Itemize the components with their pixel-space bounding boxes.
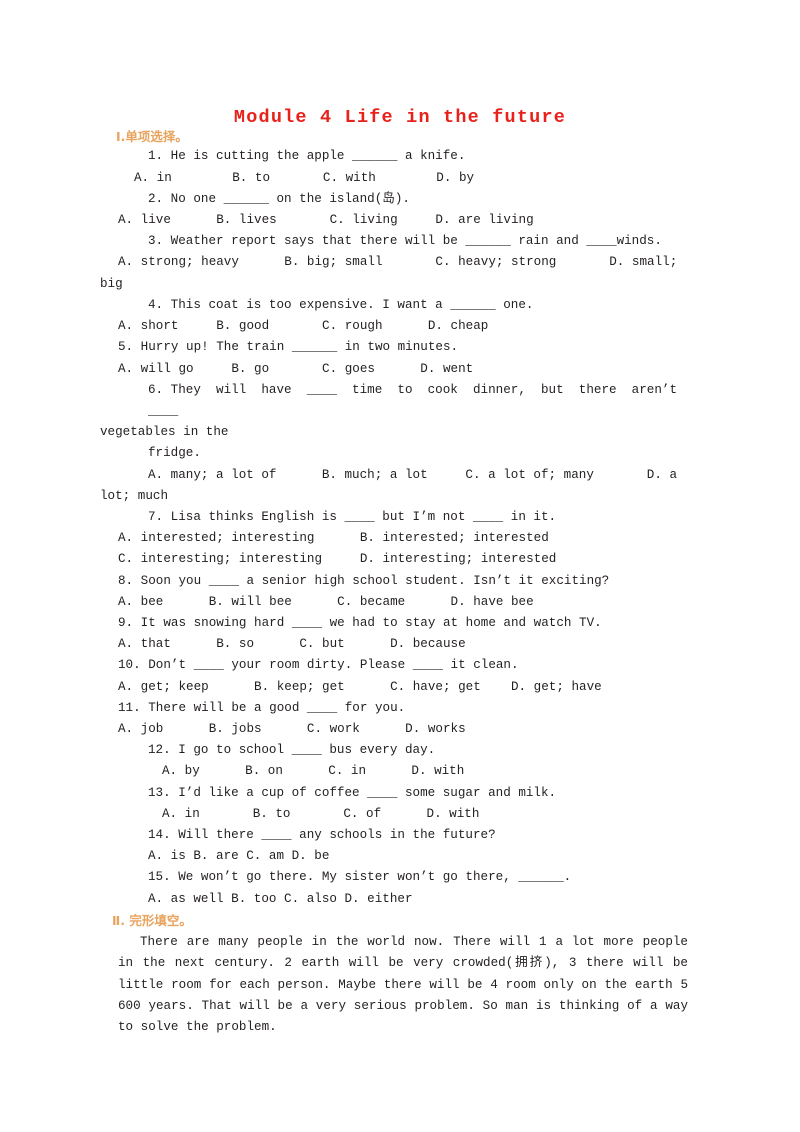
question-options-5: A. will go B. go C. goes D. went (118, 361, 474, 376)
question-options-1: A. in B. to C. with D. by (134, 170, 475, 185)
question-stem-4: 4. This coat is too expensive. I want a … (148, 297, 534, 312)
question-stem-14: 14. Will there ____ any schools in the f… (148, 827, 496, 842)
cloze-passage-text: There are many people in the world now. … (118, 934, 688, 1035)
question-stem-12: 12. I go to school ____ bus every day. (148, 743, 436, 758)
question-options-14: A. is B. are C. am D. be (148, 849, 330, 864)
question-options-12: A. by B. on C. in D. with (162, 764, 465, 779)
question-stem-11: 11. There will be a good ____ for you. (118, 700, 406, 715)
question-options-3-wrap: big (100, 276, 123, 291)
question-options-3: A. strong; heavy B. big; small C. heavy;… (118, 255, 678, 270)
question-options-4: A. short B. good C. rough D. cheap (118, 319, 489, 334)
question-list: 1. He is cutting the apple ______ a knif… (0, 146, 800, 909)
cloze-passage: There are many people in the world now. … (0, 932, 800, 1038)
section-multiple-choice: Ⅰ.单项选择。 1. He is cutting the apple _____… (0, 128, 800, 909)
question-options-6-wrap: lot; much (100, 488, 169, 503)
question-options-13: A. in B. to C. of D. with (162, 806, 480, 821)
section-cloze: Ⅱ. 完形填空。 There are many people in the wo… (0, 910, 800, 1039)
question-stem-7: 7. Lisa thinks English is ____ but I’m n… (148, 509, 557, 524)
question-options-11: A. job B. jobs C. work D. works (118, 721, 466, 736)
question-stem-8: 8. Soon you ____ a senior high school st… (118, 573, 610, 588)
question-options-9: A. that B. so C. but D. because (118, 637, 466, 652)
question-stem-10: 10. Don’t ____ your room dirty. Please _… (118, 658, 519, 673)
question-stem-5: 5. Hurry up! The train ______ in two min… (118, 340, 459, 355)
question-options-8: A. bee B. will bee C. became D. have bee (118, 594, 534, 609)
question-options-7b: C. interesting; interesting D. interesti… (118, 552, 557, 567)
question-stem-9: 9. It was snowing hard ____ we had to st… (118, 615, 602, 630)
question-stem-1: 1. He is cutting the apple ______ a knif… (148, 149, 466, 164)
section-heading-1: Ⅰ.单项选择。 (116, 129, 188, 145)
question-stem-6-wrap: vegetables in the (100, 425, 229, 440)
worksheet-page: Module 4 Life in the future Ⅰ.单项选择。 1. H… (0, 0, 800, 1132)
question-stem-13: 13. I’d like a cup of coffee ____ some s… (148, 785, 557, 800)
page-title: Module 4 Life in the future (233, 107, 567, 128)
question-stem-2: 2. No one ______ on the island(岛). (148, 191, 410, 206)
question-stem-6: 6. They will have ____ time to cook dinn… (148, 382, 693, 418)
question-stem-3: 3. Weather report says that there will b… (148, 234, 662, 249)
question-stem-6-wrap2: fridge. (148, 446, 201, 461)
question-options-6: A. many; a lot of B. much; a lot C. a lo… (148, 467, 678, 482)
question-options-7: A. interested; interesting B. interested… (118, 531, 549, 546)
question-options-10: A. get; keep B. keep; get C. have; get D… (118, 679, 602, 694)
section-heading-2: Ⅱ. 完形填空。 (112, 912, 192, 928)
question-options-2: A. live B. lives C. living D. are living (118, 213, 534, 228)
question-options-15: A. as well B. too C. also D. either (148, 891, 413, 906)
question-stem-15: 15. We won’t go there. My sister won’t g… (148, 870, 572, 885)
